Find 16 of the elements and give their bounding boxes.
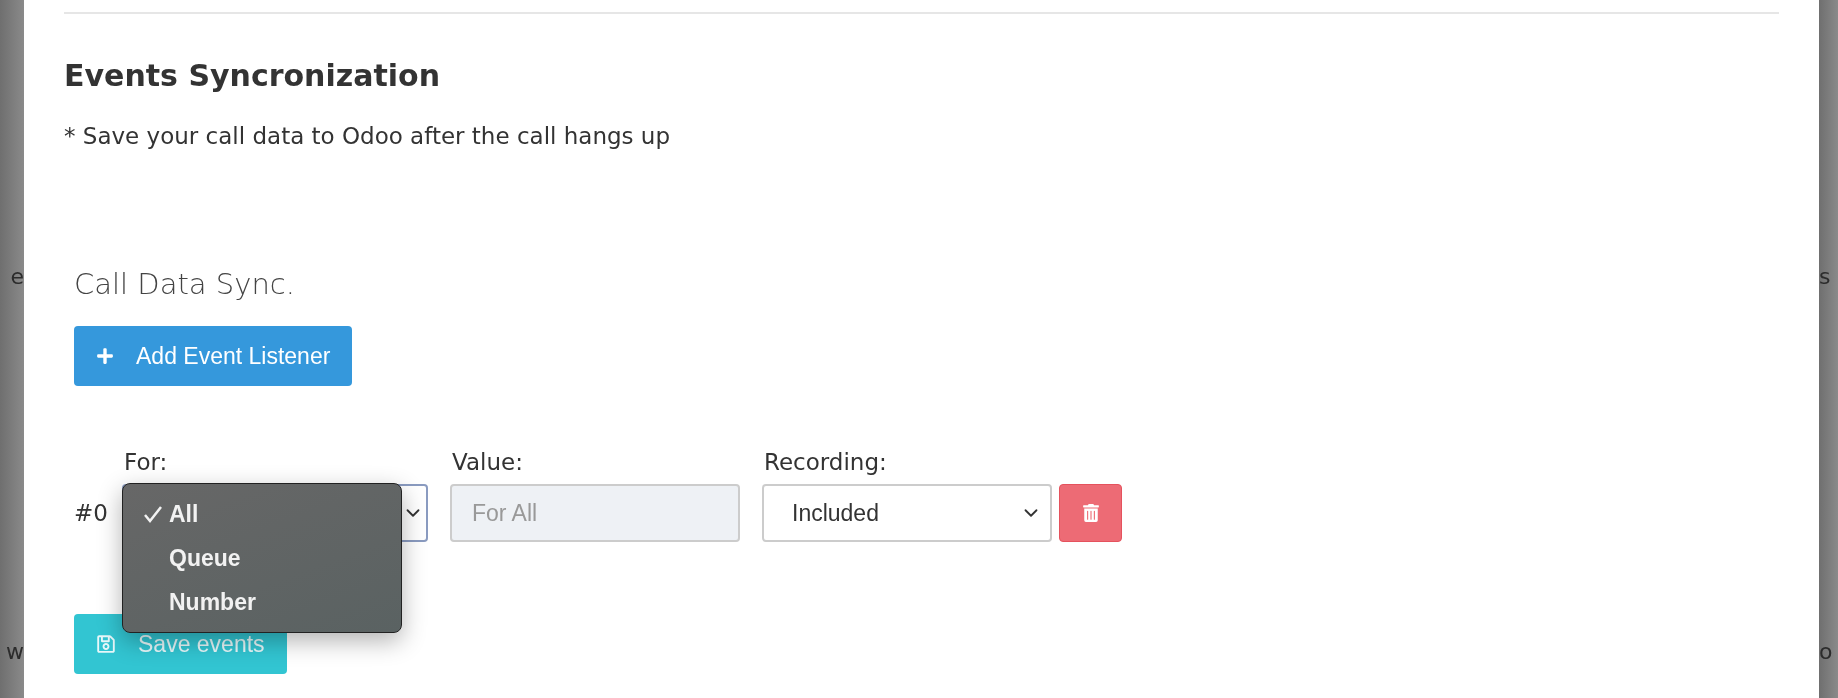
- background-text: e: [10, 264, 24, 289]
- value-field[interactable]: For All: [450, 484, 740, 542]
- recording-select[interactable]: Included: [762, 484, 1052, 542]
- field-label: Value:: [452, 448, 524, 476]
- background-text: w: [6, 639, 24, 664]
- background-text: o: [1819, 639, 1833, 664]
- sync-heading: Call Data Sync.: [74, 267, 296, 301]
- field-label: Recording:: [764, 448, 888, 476]
- field-label: For:: [124, 448, 169, 476]
- menu-option[interactable]: Queue: [123, 536, 401, 580]
- section-title: Events Syncronization: [64, 58, 442, 94]
- add-event-listener-button[interactable]: Add Event Listener: [74, 326, 353, 386]
- menu-option[interactable]: All: [123, 492, 401, 536]
- listener-index: #0: [74, 500, 109, 528]
- section-note: * Save your call data to Odoo after the call hangs up: [64, 122, 672, 150]
- background-text: s: [1819, 264, 1831, 289]
